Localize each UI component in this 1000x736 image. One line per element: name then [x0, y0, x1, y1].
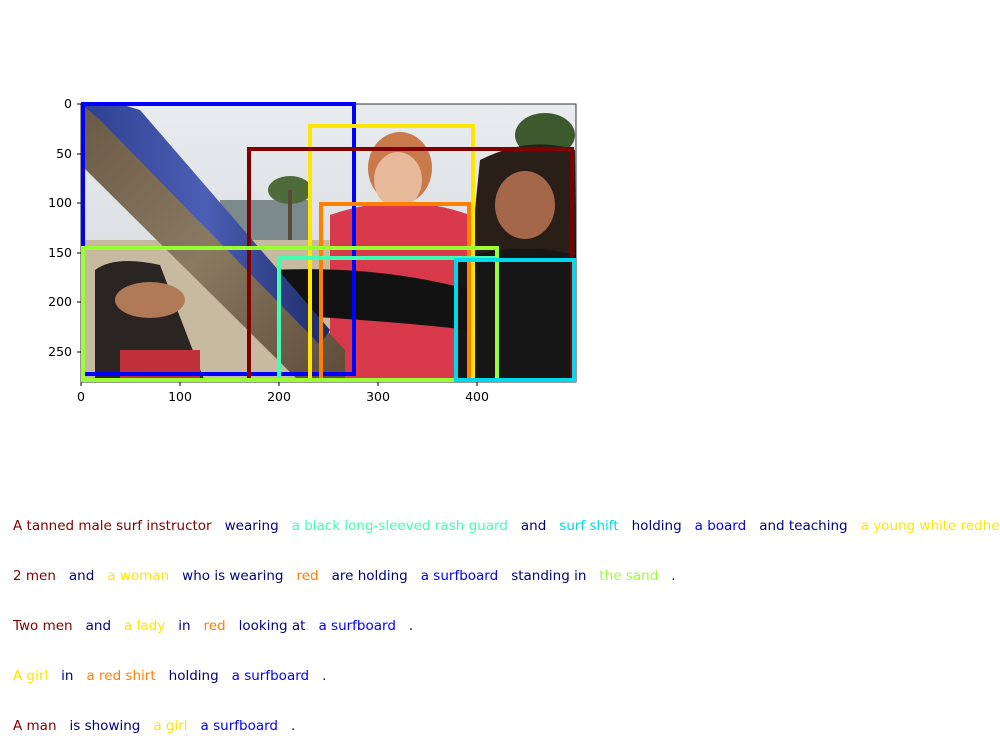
caption-phrase: a surfboard [200, 718, 278, 734]
caption-line: Two men and a lady in red looking at a surfboa… [13, 616, 426, 634]
caption-line: A girl in a red shirt holding a surfboard. [13, 666, 339, 684]
caption-phrase: in [178, 618, 191, 634]
y-tick-label: 50 [56, 146, 72, 161]
caption-phrase: holding [631, 518, 682, 534]
caption-phrase: standing in [511, 568, 587, 584]
caption-phrase: wearing [224, 518, 279, 534]
caption-phrase: and teaching [759, 518, 848, 534]
caption-phrase: holding [168, 668, 219, 684]
y-tick-label: 200 [48, 294, 72, 309]
annotated-figure: 0 50 100 150 200 250 0 100 200 300 400 [48, 96, 577, 404]
photo [81, 104, 576, 382]
caption-phrase: a girl [153, 718, 188, 734]
caption-phrase: looking at [238, 618, 306, 634]
y-tick-label: 150 [48, 245, 72, 260]
caption-phrase: who is wearing [182, 568, 284, 584]
x-tick-label: 100 [168, 389, 192, 404]
caption-line: A tanned male surf instructor wearing a bl… [13, 516, 1000, 534]
caption-phrase: a board [694, 518, 747, 534]
caption-phrase: . [291, 718, 296, 734]
caption-phrase: . [671, 568, 676, 584]
x-axis: 0 100 200 300 400 [77, 382, 489, 404]
caption-phrase: a black long-sleeved rash guard [291, 518, 508, 534]
caption-phrase: . [322, 668, 327, 684]
caption-phrase: the sand [599, 568, 659, 584]
caption-phrase: A girl [13, 668, 49, 684]
caption-phrase: . [408, 618, 414, 634]
caption-phrase: A man [13, 718, 57, 734]
x-tick-label: 400 [465, 389, 489, 404]
caption-phrase: red [203, 618, 226, 634]
caption-phrase: is showing [69, 718, 141, 734]
x-tick-label: 200 [267, 389, 291, 404]
caption-phrase: a surfboard [231, 668, 310, 684]
caption-phrase: and [85, 618, 112, 634]
x-tick-label: 300 [366, 389, 390, 404]
caption-phrase: a surfboard [318, 618, 396, 634]
x-tick-label: 0 [77, 389, 85, 404]
caption-line: A man is showing a girl a surfboard. [13, 716, 308, 734]
caption-phrase: red [296, 568, 319, 584]
y-axis: 0 50 100 150 200 250 [48, 96, 81, 359]
y-tick-label: 100 [48, 195, 72, 210]
caption-phrase: and [68, 568, 95, 584]
caption-phrase: 2 men [13, 568, 56, 584]
caption-phrase: surf shift [559, 518, 619, 534]
y-tick-label: 0 [64, 96, 72, 111]
caption-phrase: a surfboard [420, 568, 499, 584]
caption-phrase: are holding [331, 568, 408, 584]
caption-phrase: a woman [107, 568, 170, 584]
caption-phrase: a young white redhead [860, 518, 1000, 534]
caption-phrase: in [61, 668, 74, 684]
caption-phrase: A tanned male surf instructor [13, 518, 212, 534]
caption-phrase: and [520, 518, 547, 534]
caption-phrase: a lady [124, 618, 166, 634]
y-tick-label: 250 [48, 344, 72, 359]
caption-phrase: Two men [13, 618, 73, 634]
caption-line: 2 men and a woman who is wearing red are hold… [13, 566, 689, 584]
caption-phrase: a red shirt [86, 668, 156, 684]
